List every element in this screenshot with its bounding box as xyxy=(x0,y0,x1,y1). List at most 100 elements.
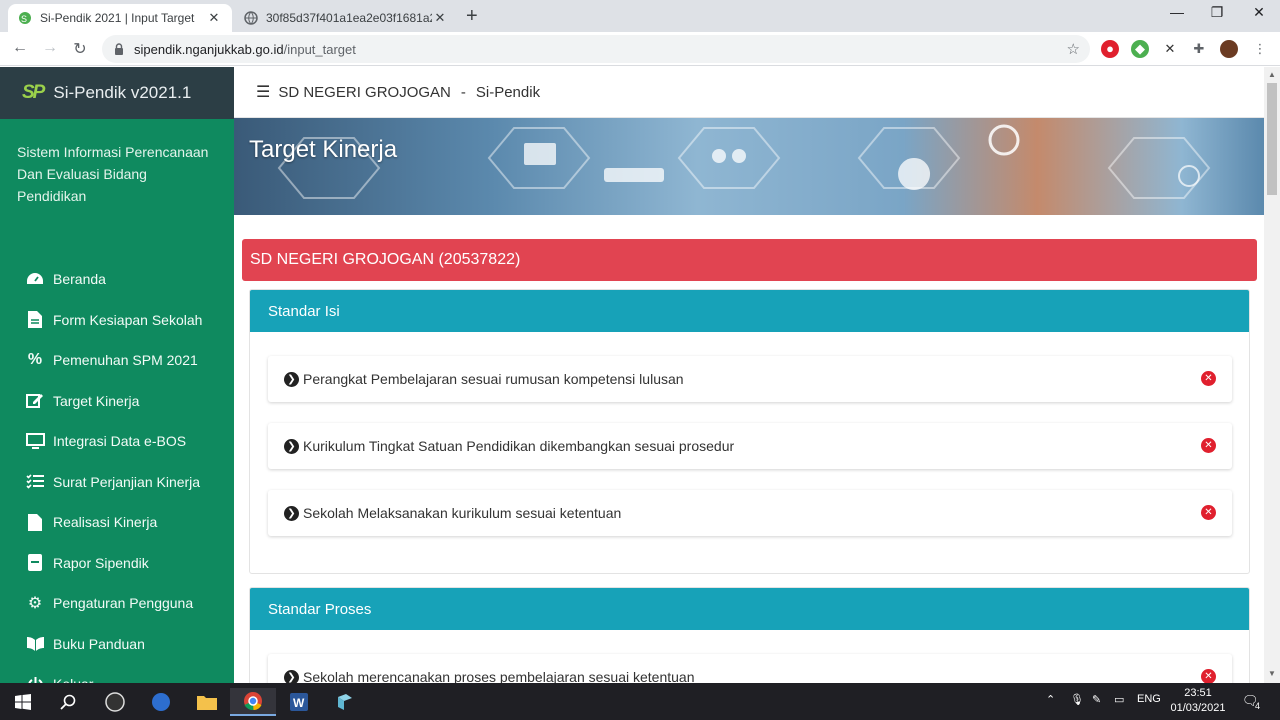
header-separator: - xyxy=(460,83,466,101)
section-card-standar-isi: Standar Isi ❯ Perangkat Pembelajaran ses… xyxy=(249,289,1250,574)
header-school-name: SD NEGERI GROJOGAN xyxy=(278,83,451,101)
page-scrollbar[interactable]: ▲ ▼ xyxy=(1264,67,1280,683)
remove-circle-icon[interactable]: ✕ xyxy=(1201,371,1216,386)
section-header: Standar Isi xyxy=(250,290,1249,332)
taskbar-clock[interactable]: 23:51 01/03/2021 xyxy=(1168,686,1228,716)
app-name: Si-Pendik v2021.1 xyxy=(53,83,192,102)
sidebar: SP Si-Pendik v2021.1 Sistem Informasi Pe… xyxy=(0,67,234,693)
sidebar-item-label: Target Kinerja xyxy=(53,392,140,409)
sidebar-item-buku-panduan[interactable]: Buku Panduan xyxy=(0,624,234,665)
forward-arrow-icon[interactable]: → xyxy=(40,39,60,57)
browser-tab-strip: S Si-Pendik 2021 | Input Target ✕ 30f85d… xyxy=(0,0,1280,32)
svg-text:S: S xyxy=(21,14,27,24)
microphone-icon[interactable]: 🎙 xyxy=(1070,693,1084,706)
sidebar-item-target-kinerja[interactable]: Target Kinerja xyxy=(0,381,234,422)
school-header-bar: SD NEGERI GROJOGAN (20537822) xyxy=(242,239,1257,281)
gears-icon: ⚙ xyxy=(27,595,43,613)
bookmark-star-icon[interactable]: ☆ xyxy=(1067,40,1080,58)
list-icon xyxy=(25,473,45,491)
section-header: Standar Proses xyxy=(250,588,1249,630)
tab-close-icon[interactable]: ✕ xyxy=(432,10,448,26)
notification-count: 4 xyxy=(1255,701,1261,711)
section-title: Standar Proses xyxy=(268,600,372,618)
target-item-text: Kurikulum Tingkat Satuan Pendidikan dike… xyxy=(303,438,735,454)
tab-sipendik[interactable]: S Si-Pendik 2021 | Input Target ✕ xyxy=(8,4,232,32)
new-tab-button[interactable]: + xyxy=(466,5,478,28)
messenger-app-icon[interactable] xyxy=(138,688,184,716)
hamburger-menu-icon[interactable]: ☰ xyxy=(256,82,270,102)
monitor-icon xyxy=(25,432,45,450)
sidebar-item-label: Rapor Sipendik xyxy=(53,554,149,571)
remove-circle-icon[interactable]: ✕ xyxy=(1201,505,1216,520)
adblock-extension-icon[interactable]: ● xyxy=(1101,40,1119,58)
notepad-app-icon[interactable] xyxy=(322,688,368,716)
profile-avatar[interactable] xyxy=(1220,40,1238,58)
scrollbar-thumb[interactable] xyxy=(1267,83,1277,195)
tab-title: 30f85d37f401a1ea2e03f1681a23 xyxy=(266,11,432,25)
menu-kebab-icon[interactable]: ⋮ xyxy=(1251,40,1269,58)
target-item[interactable]: ❯ Sekolah Melaksanakan kurikulum sesuai … xyxy=(268,490,1232,536)
target-item-text: Perangkat Pembelajaran sesuai rumusan ko… xyxy=(303,371,684,387)
puzzle-extension-icon[interactable]: ✚ xyxy=(1190,40,1208,58)
sidebar-item-integrasi-ebos[interactable]: Integrasi Data e-BOS xyxy=(0,421,234,462)
target-item[interactable]: ❯ Kurikulum Tingkat Satuan Pendidikan di… xyxy=(268,423,1232,469)
sidebar-item-label: Beranda xyxy=(53,271,106,288)
close-window-button[interactable]: ✕ xyxy=(1236,4,1280,21)
maximize-button[interactable]: ❐ xyxy=(1194,4,1240,21)
back-arrow-icon[interactable]: ← xyxy=(10,39,30,57)
sidebar-brand[interactable]: SP Si-Pendik v2021.1 xyxy=(0,67,234,119)
target-item-text: Sekolah Melaksanakan kurikulum sesuai ke… xyxy=(303,505,622,521)
sidebar-item-surat-perjanjian[interactable]: Surat Perjanjian Kinerja xyxy=(0,462,234,503)
sidebar-item-realisasi-kinerja[interactable]: Realisasi Kinerja xyxy=(0,502,234,543)
chevron-right-circle-icon: ❯ xyxy=(284,438,299,454)
target-item-text: Sekolah merencanakan proses pembelajaran… xyxy=(303,669,695,683)
book-icon xyxy=(25,635,45,653)
scroll-up-arrow-icon[interactable]: ▲ xyxy=(1268,70,1276,79)
remove-circle-icon[interactable]: ✕ xyxy=(1201,669,1216,683)
percent-icon: % xyxy=(27,351,43,369)
sidebar-item-form-kesiapan[interactable]: Form Kesiapan Sekolah xyxy=(0,300,234,341)
dashboard-icon xyxy=(25,270,45,288)
tray-chevron-up-icon[interactable]: ⌃ xyxy=(1046,693,1055,706)
main-content: ☰ SD NEGERI GROJOGAN - Si-Pendik Target xyxy=(234,67,1264,683)
sipendik-favicon-icon: S xyxy=(19,12,31,24)
sidebar-item-label: Surat Perjanjian Kinerja xyxy=(53,473,201,490)
tab-second[interactable]: 30f85d37f401a1ea2e03f1681a23 ✕ xyxy=(234,4,458,32)
lock-icon xyxy=(115,43,123,55)
windows-start-icon[interactable] xyxy=(0,688,46,716)
browser-toolbar: ← → ↻ sipendik.nganjukkab.go.id/input_ta… xyxy=(0,32,1280,66)
address-bar[interactable]: sipendik.nganjukkab.go.id/input_target ☆ xyxy=(102,35,1090,63)
sidebar-item-spm[interactable]: % Pemenuhan SPM 2021 xyxy=(0,340,234,381)
battery-icon[interactable]: ▭ xyxy=(1114,693,1124,706)
clock-date: 01/03/2021 xyxy=(1170,702,1226,714)
obs-app-icon[interactable] xyxy=(92,688,138,716)
map-extension-icon[interactable]: ◆ xyxy=(1131,40,1149,58)
target-item[interactable]: ❯ Sekolah merencanakan proses pembelajar… xyxy=(268,654,1232,683)
chrome-app-icon[interactable] xyxy=(230,688,276,716)
search-icon[interactable] xyxy=(45,688,91,716)
tab-close-icon[interactable]: ✕ xyxy=(206,10,222,26)
pen-icon[interactable]: ✎ xyxy=(1092,693,1101,706)
sidebar-item-label: Integrasi Data e-BOS xyxy=(53,433,187,450)
target-item[interactable]: ❯ Perangkat Pembelajaran sesuai rumusan … xyxy=(268,356,1232,402)
sidebar-item-label: Buku Panduan xyxy=(53,635,145,652)
word-app-icon[interactable]: W xyxy=(276,688,322,716)
edit-icon xyxy=(25,392,45,410)
scroll-down-arrow-icon[interactable]: ▼ xyxy=(1268,669,1276,678)
file-explorer-icon[interactable] xyxy=(184,688,230,716)
reload-icon[interactable]: ↻ xyxy=(70,39,90,59)
sidebar-item-rapor-sipendik[interactable]: Rapor Sipendik xyxy=(0,543,234,584)
sidebar-item-label: Form Kesiapan Sekolah xyxy=(53,311,203,328)
x-extension-icon[interactable]: ✕ xyxy=(1161,40,1179,58)
sidebar-item-beranda[interactable]: Beranda xyxy=(0,259,234,300)
sidebar-item-pengaturan-pengguna[interactable]: ⚙ Pengaturan Pengguna xyxy=(0,583,234,624)
page-banner: Target Kinerja xyxy=(234,118,1264,215)
url-path: /input_target xyxy=(283,41,356,57)
page-title: Target Kinerja xyxy=(249,136,398,163)
globe-icon xyxy=(244,11,258,25)
remove-circle-icon[interactable]: ✕ xyxy=(1201,438,1216,453)
language-indicator[interactable]: ENG xyxy=(1137,693,1161,705)
sidebar-menu: Beranda Form Kesiapan Sekolah % Pemenuha… xyxy=(0,259,234,705)
clock-time: 23:51 xyxy=(1184,687,1212,699)
document-icon xyxy=(25,311,45,329)
